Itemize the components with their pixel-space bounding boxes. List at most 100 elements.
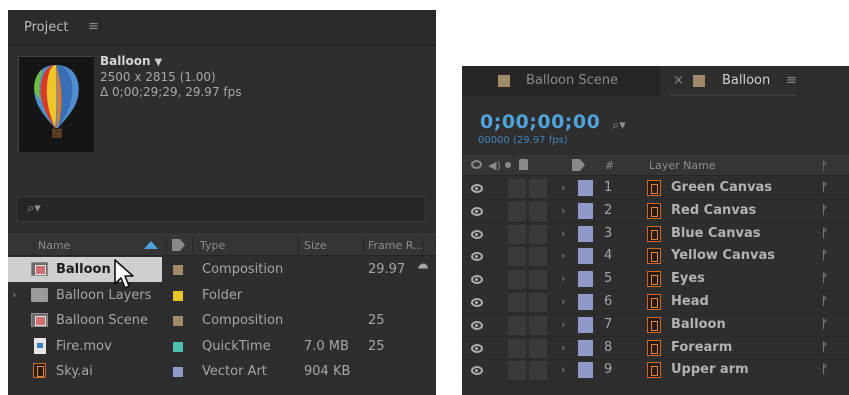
expand-arrow-icon[interactable]: › (561, 181, 565, 194)
lock-header-icon[interactable] (519, 159, 528, 170)
label-color-swatch[interactable] (578, 316, 593, 333)
label-color-swatch[interactable] (578, 362, 593, 379)
parent-pick-whip-icon[interactable]: ᚠ (821, 317, 828, 331)
visibility-eye-icon[interactable] (471, 252, 483, 262)
expand-arrow-icon[interactable]: › (561, 227, 565, 240)
expand-arrow-icon[interactable]: › (561, 295, 565, 308)
label-column-icon[interactable] (572, 159, 585, 171)
column-divider[interactable] (363, 237, 364, 254)
layer-name[interactable]: Upper arm (671, 362, 749, 377)
solo-switch[interactable] (508, 201, 526, 221)
layer-name[interactable]: Balloon (671, 317, 726, 332)
visibility-eye-icon[interactable] (471, 298, 483, 307)
solo-switch[interactable] (508, 179, 526, 198)
layer-row[interactable]: › 3 Blue Canvas ᚠ (462, 223, 849, 246)
tab-balloon-scene[interactable]: Balloon Scene (462, 66, 660, 96)
expand-arrow-icon[interactable]: › (12, 288, 16, 301)
layer-row[interactable]: › 8 Forearm ᚠ (462, 337, 849, 360)
layer-name[interactable]: Eyes (671, 271, 705, 286)
current-time-display[interactable]: 0;00;00;00 (480, 111, 600, 133)
project-item-row[interactable]: Fire.mov QuickTime 7.0 MB 25 (8, 334, 436, 359)
column-divider[interactable] (298, 237, 299, 254)
layer-name[interactable]: Red Canvas (671, 203, 756, 218)
panel-menu-icon[interactable]: ≡ (786, 73, 797, 88)
close-icon[interactable]: × (673, 73, 684, 88)
visibility-eye-icon[interactable] (471, 275, 483, 285)
solo-switch[interactable] (508, 270, 526, 290)
solo-header-icon[interactable] (505, 162, 511, 168)
parent-pick-whip-icon[interactable]: ᚠ (821, 294, 828, 308)
label-color-swatch[interactable] (173, 290, 183, 301)
label-color-swatch[interactable] (173, 341, 183, 352)
layer-row[interactable]: › 7 Balloon ᚠ (462, 314, 849, 337)
project-item-row[interactable]: Sky.ai Vector Art 904 KB (8, 359, 436, 384)
column-divider[interactable] (422, 237, 423, 254)
project-item-row[interactable]: › Balloon Layers Folder (8, 283, 436, 308)
parent-pick-whip-icon[interactable]: ᚠ (821, 340, 828, 354)
layer-name[interactable]: Yellow Canvas (671, 248, 775, 263)
expand-arrow-icon[interactable]: › (561, 249, 565, 262)
tab-balloon[interactable]: × Balloon ≡ (660, 66, 849, 96)
column-header-layer-name[interactable]: Layer Name (649, 159, 716, 172)
column-header-number[interactable]: # (605, 159, 614, 172)
parent-pick-whip-icon[interactable]: ᚠ (821, 362, 828, 376)
parent-pick-whip-icon[interactable]: ᚠ (821, 226, 828, 240)
lock-switch[interactable] (529, 338, 547, 358)
sort-ascending-icon[interactable] (144, 241, 158, 249)
search-icon[interactable]: ⌕▾ (612, 118, 626, 133)
lock-switch[interactable] (529, 179, 547, 198)
visibility-eye-icon[interactable] (471, 343, 483, 353)
layer-row[interactable]: › 4 Yellow Canvas ᚠ (462, 245, 849, 269)
label-color-swatch[interactable] (578, 180, 593, 196)
solo-switch[interactable] (508, 315, 526, 335)
visibility-eye-icon[interactable] (471, 366, 483, 376)
label-color-swatch[interactable] (578, 271, 593, 288)
lock-switch[interactable] (529, 293, 547, 312)
lock-switch[interactable] (529, 247, 547, 267)
lock-switch[interactable] (529, 315, 547, 335)
solo-switch[interactable] (508, 338, 526, 358)
project-item-row[interactable]: Balloon Composition 29.97 ⯊ (8, 257, 436, 282)
label-color-swatch[interactable] (578, 294, 593, 310)
lock-switch[interactable] (529, 201, 547, 221)
visibility-eye-icon[interactable] (471, 320, 483, 330)
column-header-size[interactable]: Size (304, 239, 327, 252)
lock-switch[interactable] (529, 361, 547, 381)
layer-row[interactable]: › 5 Eyes ᚠ (462, 268, 849, 292)
column-divider[interactable] (166, 237, 167, 254)
layer-row[interactable]: › 6 Head ᚠ (462, 291, 849, 314)
flowchart-icon[interactable]: ⯊ (418, 262, 428, 277)
parent-pick-whip-icon[interactable]: ᚠ (821, 248, 828, 262)
parent-pick-whip-icon[interactable]: ᚠ (821, 203, 828, 217)
project-item-row[interactable]: Balloon Scene Composition 25 (8, 308, 436, 333)
layer-name[interactable]: Green Canvas (671, 180, 772, 195)
lock-switch[interactable] (529, 270, 547, 290)
visibility-eye-icon[interactable] (471, 229, 483, 239)
solo-switch[interactable] (508, 247, 526, 267)
expand-arrow-icon[interactable]: › (561, 341, 565, 354)
label-color-swatch[interactable] (578, 248, 593, 265)
label-color-swatch[interactable] (578, 339, 593, 356)
label-color-swatch[interactable] (578, 225, 593, 242)
solo-switch[interactable] (508, 293, 526, 312)
expand-arrow-icon[interactable]: › (561, 204, 565, 217)
label-color-swatch[interactable] (173, 265, 183, 275)
label-color-swatch[interactable] (173, 316, 183, 326)
expand-arrow-icon[interactable]: › (561, 363, 565, 376)
column-header-type[interactable]: Type (200, 239, 225, 252)
video-visibility-header-icon[interactable] (471, 160, 482, 169)
layer-name[interactable]: Forearm (671, 340, 732, 355)
expand-arrow-icon[interactable]: › (561, 272, 565, 285)
column-divider[interactable] (192, 237, 193, 254)
panel-menu-icon[interactable]: ≡ (88, 19, 99, 34)
layer-name[interactable]: Head (671, 294, 709, 309)
label-color-swatch[interactable] (578, 202, 593, 219)
layer-row[interactable]: › 9 Upper arm ᚠ (462, 359, 849, 383)
layer-row[interactable]: › 2 Red Canvas ᚠ (462, 200, 849, 223)
column-header-name[interactable]: Name (38, 239, 70, 252)
solo-switch[interactable] (508, 224, 526, 244)
column-header-frame-rate[interactable]: Frame R... (368, 239, 424, 252)
solo-switch[interactable] (508, 361, 526, 381)
layer-name[interactable]: Blue Canvas (671, 226, 761, 241)
layer-row[interactable]: › 1 Green Canvas ᚠ (462, 177, 849, 200)
